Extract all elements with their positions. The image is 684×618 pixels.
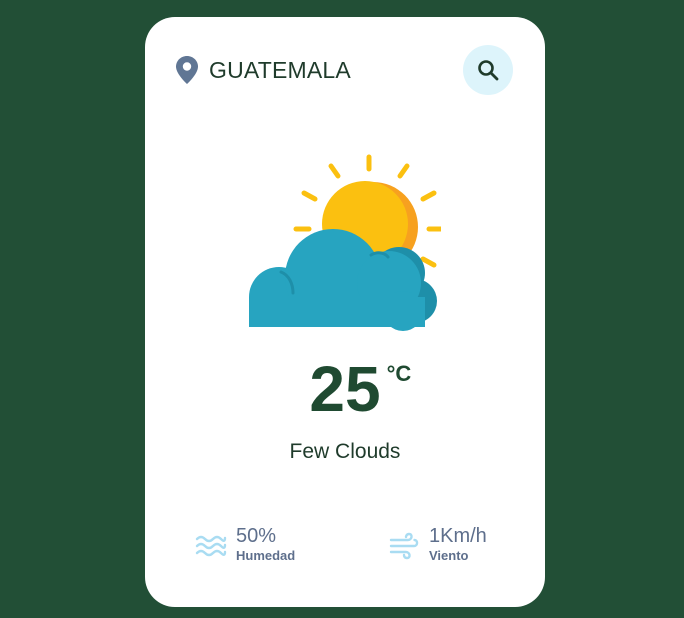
humidity-stat: 50% Humedad [195,525,295,565]
search-icon [478,60,499,81]
humidity-value: 50% [236,525,277,547]
weather-description: Few Clouds [289,440,401,463]
sun-cloud-icon [249,154,441,331]
wind-text: 1Km/h Viento [429,525,487,565]
city-name: GUATEMALA [209,56,351,83]
temperature-unit: °C [386,361,412,386]
humidity-label: Humedad [236,548,296,563]
wind-icon [389,532,419,560]
map-pin-icon [176,56,198,84]
wind-value: 1Km/h [429,525,487,547]
wind-label: Viento [429,548,469,563]
temperature-value: 25 [309,353,381,425]
humidity-text: 50% Humedad [236,525,295,565]
weather-card: GUATEMALA 25 °C Few Clouds 50% Humedad 1… [145,17,545,607]
temperature-block: 25 °C [145,357,545,421]
wind-stat: 1Km/h Viento [388,525,487,565]
search-button[interactable] [463,45,513,95]
humidity-waves-icon [195,535,227,557]
temperature: 25 °C [309,357,411,421]
location-header: GUATEMALA [175,55,351,85]
